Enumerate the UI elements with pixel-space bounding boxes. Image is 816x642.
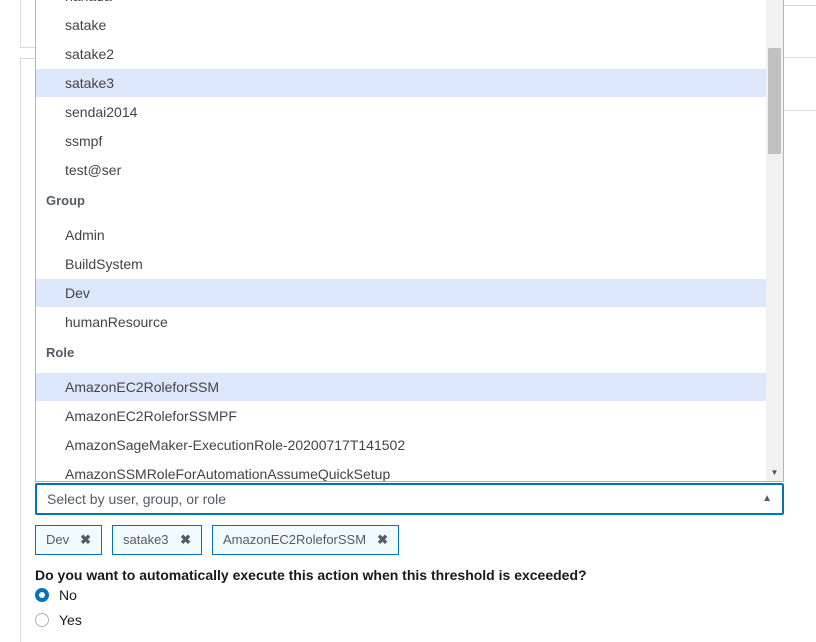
remove-icon[interactable]: ✖ xyxy=(377,526,388,554)
option-amazonsagemaker-executionrole[interactable]: AmazonSageMaker-ExecutionRole-20200717T1… xyxy=(36,431,767,459)
option-amazonssmroleforautomation[interactable]: AmazonSSMRoleForAutomationAssumeQuickSet… xyxy=(36,460,767,481)
scrollbar-thumb[interactable] xyxy=(768,48,781,154)
background-panel-border xyxy=(20,58,35,59)
option-satake2[interactable]: satake2 xyxy=(36,40,767,68)
token-satake3: satake3 ✖ xyxy=(112,525,202,555)
option-dev[interactable]: Dev xyxy=(36,279,767,307)
option-satake3[interactable]: satake3 xyxy=(36,69,767,97)
background-panel-border xyxy=(20,0,21,48)
option-sendai2014[interactable]: sendai2014 xyxy=(36,98,767,126)
option-amazonec2roleforssm[interactable]: AmazonEC2RoleforSSM xyxy=(36,373,767,401)
radio-option-no[interactable]: No xyxy=(35,586,95,606)
token-label: satake3 xyxy=(123,532,169,547)
background-panel-border xyxy=(784,110,816,111)
option-test-ser[interactable]: test@ser xyxy=(36,156,767,184)
auto-execute-question: Do you want to automatically execute thi… xyxy=(35,567,587,583)
role-header: Role xyxy=(46,345,75,360)
user-group-role-listbox[interactable]: hanada satake satake2 satake3 sendai2014… xyxy=(35,0,784,482)
token-label: AmazonEC2RoleforSSM xyxy=(223,532,367,547)
select-placeholder: Select by user, group, or role xyxy=(47,491,226,507)
option-satake[interactable]: satake xyxy=(36,11,767,39)
background-panel-border xyxy=(784,5,816,6)
remove-icon[interactable]: ✖ xyxy=(80,526,91,554)
background-panel-border xyxy=(20,58,21,642)
radio-button-unchecked[interactable] xyxy=(35,613,49,627)
radio-label: No xyxy=(59,587,77,603)
principal-select[interactable]: Select by user, group, or role ▲ xyxy=(35,483,784,515)
listbox-scrollbar[interactable]: ▼ xyxy=(766,0,783,481)
radio-button-checked[interactable] xyxy=(35,588,49,602)
option-admin[interactable]: Admin xyxy=(36,221,767,249)
radio-option-yes[interactable]: Yes xyxy=(35,611,95,631)
caret-up-icon[interactable]: ▲ xyxy=(762,485,772,513)
token-amazonec2roleforssm: AmazonEC2RoleforSSM ✖ xyxy=(212,525,399,555)
option-buildsystem[interactable]: BuildSystem xyxy=(36,250,767,278)
token-label: Dev xyxy=(46,532,70,547)
triangle-down-icon[interactable]: ▼ xyxy=(766,466,783,480)
option-humanresource[interactable]: humanResource xyxy=(36,308,767,336)
token-dev: Dev ✖ xyxy=(35,525,102,555)
background-panel-border xyxy=(20,47,35,48)
radio-label: Yes xyxy=(59,612,82,628)
remove-icon[interactable]: ✖ xyxy=(180,526,191,554)
group-header: Group xyxy=(46,193,85,208)
option-hanada[interactable]: hanada xyxy=(36,0,767,10)
background-panel-border xyxy=(784,57,816,58)
option-amazonec2roleforssmpf[interactable]: AmazonEC2RoleforSSMPF xyxy=(36,402,767,430)
triangle-up-icon[interactable] xyxy=(766,0,783,10)
option-ssmpf[interactable]: ssmpf xyxy=(36,127,767,155)
